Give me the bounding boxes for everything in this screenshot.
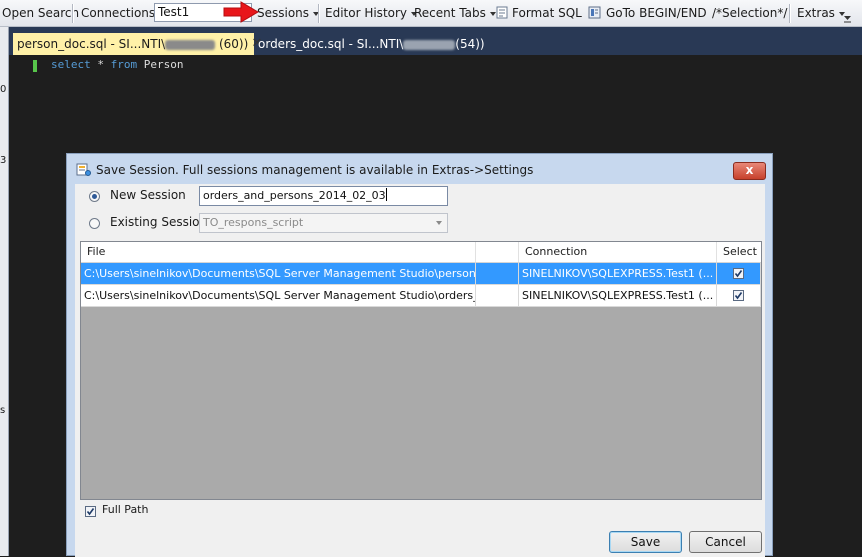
- existing-session-value: TO_respons_script: [203, 216, 304, 229]
- code-text: *: [90, 58, 111, 71]
- table-row[interactable]: C:\Users\sinelnikov\Documents\SQL Server…: [81, 285, 761, 307]
- connections-label: Connections: [81, 6, 156, 20]
- sessions-label: Sessions: [257, 6, 310, 20]
- column-header-connection[interactable]: Connection: [519, 242, 717, 262]
- existing-session-radio[interactable]: [89, 218, 100, 229]
- close-icon: x: [745, 163, 754, 177]
- red-arrow-icon: [223, 1, 259, 23]
- file-cell: C:\Users\sinelnikov\Documents\SQL Server…: [81, 263, 476, 285]
- document-tab-strip: person_doc.sql - SI...NTI\ (60)) ✕ order…: [0, 33, 862, 55]
- redacted-username: [403, 39, 456, 50]
- toolbar-separator: [72, 4, 74, 23]
- chevron-down-icon: [433, 216, 445, 230]
- column-header-file[interactable]: File: [81, 242, 476, 262]
- left-margin-strip: [0, 27, 9, 556]
- select-cell: [717, 263, 761, 285]
- recent-tabs-dropdown[interactable]: Recent Tabs: [414, 5, 496, 21]
- tab-label: person_doc.sql - SI...NTI\: [17, 37, 166, 51]
- edge-text: s: [0, 405, 6, 416]
- blank-cell: [476, 285, 519, 307]
- format-sql-icon: [496, 6, 508, 19]
- edge-text: 0: [0, 84, 7, 95]
- text-cursor: [385, 188, 387, 201]
- connection-combo-value: Test1: [158, 5, 190, 19]
- change-marker: [33, 60, 37, 72]
- keyword: select: [51, 58, 91, 71]
- new-session-radio[interactable]: [89, 191, 100, 202]
- connection-cell: SINELNIKOV\SQLEXPRESS.Test1 (...: [519, 285, 717, 307]
- chevron-down-icon: [489, 11, 496, 16]
- session-files-grid[interactable]: File Connection Select C:\Users\sinelnik…: [80, 241, 762, 500]
- column-header-select[interactable]: Select: [717, 242, 761, 262]
- dialog-titlebar[interactable]: Save Session. Full sessions management i…: [67, 154, 772, 184]
- new-session-input[interactable]: orders_and_persons_2014_02_03: [199, 186, 448, 206]
- table-row[interactable]: C:\Users\sinelnikov\Documents\SQL Server…: [81, 263, 761, 285]
- connection-cell: SINELNIKOV\SQLEXPRESS.Test1 (...: [519, 263, 717, 285]
- code-text: Person: [137, 58, 184, 71]
- save-button[interactable]: Save: [609, 531, 682, 553]
- new-session-label: New Session: [110, 188, 186, 202]
- new-session-value: orders_and_persons_2014_02_03: [203, 189, 386, 202]
- save-session-icon: [76, 163, 91, 176]
- tab-orders-doc[interactable]: orders_doc.sql - SI...NTI\ (54)): [254, 33, 485, 55]
- select-checkbox[interactable]: [733, 268, 744, 279]
- format-sql-button[interactable]: Format SQL: [496, 5, 582, 21]
- file-cell: C:\Users\sinelnikov\Documents\SQL Server…: [81, 285, 476, 307]
- grid-header: File Connection Select: [81, 242, 761, 263]
- tab-label: orders_doc.sql - SI...NTI\: [258, 37, 404, 51]
- select-cell: [717, 285, 761, 307]
- open-search-button[interactable]: Open Search: [2, 5, 79, 21]
- cancel-button[interactable]: Cancel: [689, 531, 762, 553]
- full-path-checkbox[interactable]: [85, 506, 96, 517]
- extras-label: Extras: [797, 6, 835, 20]
- extras-dropdown[interactable]: Extras: [797, 5, 845, 21]
- existing-session-combo[interactable]: TO_respons_script: [199, 213, 448, 233]
- keyword: from: [110, 58, 138, 71]
- selection-comment-button[interactable]: /*Selection*/: [712, 5, 787, 21]
- existing-session-label: Existing Session: [110, 215, 208, 229]
- tab-person-doc[interactable]: person_doc.sql - SI...NTI\ (60)) ✕: [13, 33, 262, 55]
- checkmark-icon: [86, 508, 95, 516]
- recent-tabs-label: Recent Tabs: [414, 6, 486, 20]
- dialog-content: New Session orders_and_persons_2014_02_0…: [75, 184, 765, 557]
- redacted-username: [165, 39, 216, 50]
- toolbar-separator: [789, 4, 791, 23]
- editor-history-dropdown[interactable]: Editor History: [325, 5, 418, 21]
- checkmark-icon: [734, 270, 743, 278]
- editor-history-label: Editor History: [325, 6, 408, 20]
- dialog-title: Save Session. Full sessions management i…: [96, 163, 534, 177]
- goto-icon: [588, 6, 601, 19]
- blank-cell: [476, 263, 519, 285]
- goto-label: GoTo BEGIN/END: [606, 6, 707, 20]
- main-toolbar: Open Search Connections Test1 Sessions E…: [0, 0, 862, 27]
- full-path-label: Full Path: [102, 503, 149, 516]
- save-session-dialog: Save Session. Full sessions management i…: [66, 153, 773, 557]
- tab-label-suffix: (54)): [455, 37, 485, 51]
- column-header-blank[interactable]: [476, 242, 519, 262]
- format-sql-label: Format SQL: [512, 6, 582, 20]
- close-button[interactable]: x: [733, 162, 766, 180]
- select-checkbox[interactable]: [733, 290, 744, 301]
- code-line: select * from Person: [51, 58, 183, 71]
- edge-text: 3: [0, 155, 7, 166]
- checkmark-icon: [734, 292, 743, 300]
- toolbar-overflow-icon[interactable]: [843, 9, 852, 23]
- tab-label-suffix: (60)): [215, 37, 249, 51]
- goto-begin-end-button[interactable]: GoTo BEGIN/END: [588, 5, 707, 21]
- toolbar-separator: [318, 4, 320, 23]
- sessions-dropdown[interactable]: Sessions: [257, 5, 320, 21]
